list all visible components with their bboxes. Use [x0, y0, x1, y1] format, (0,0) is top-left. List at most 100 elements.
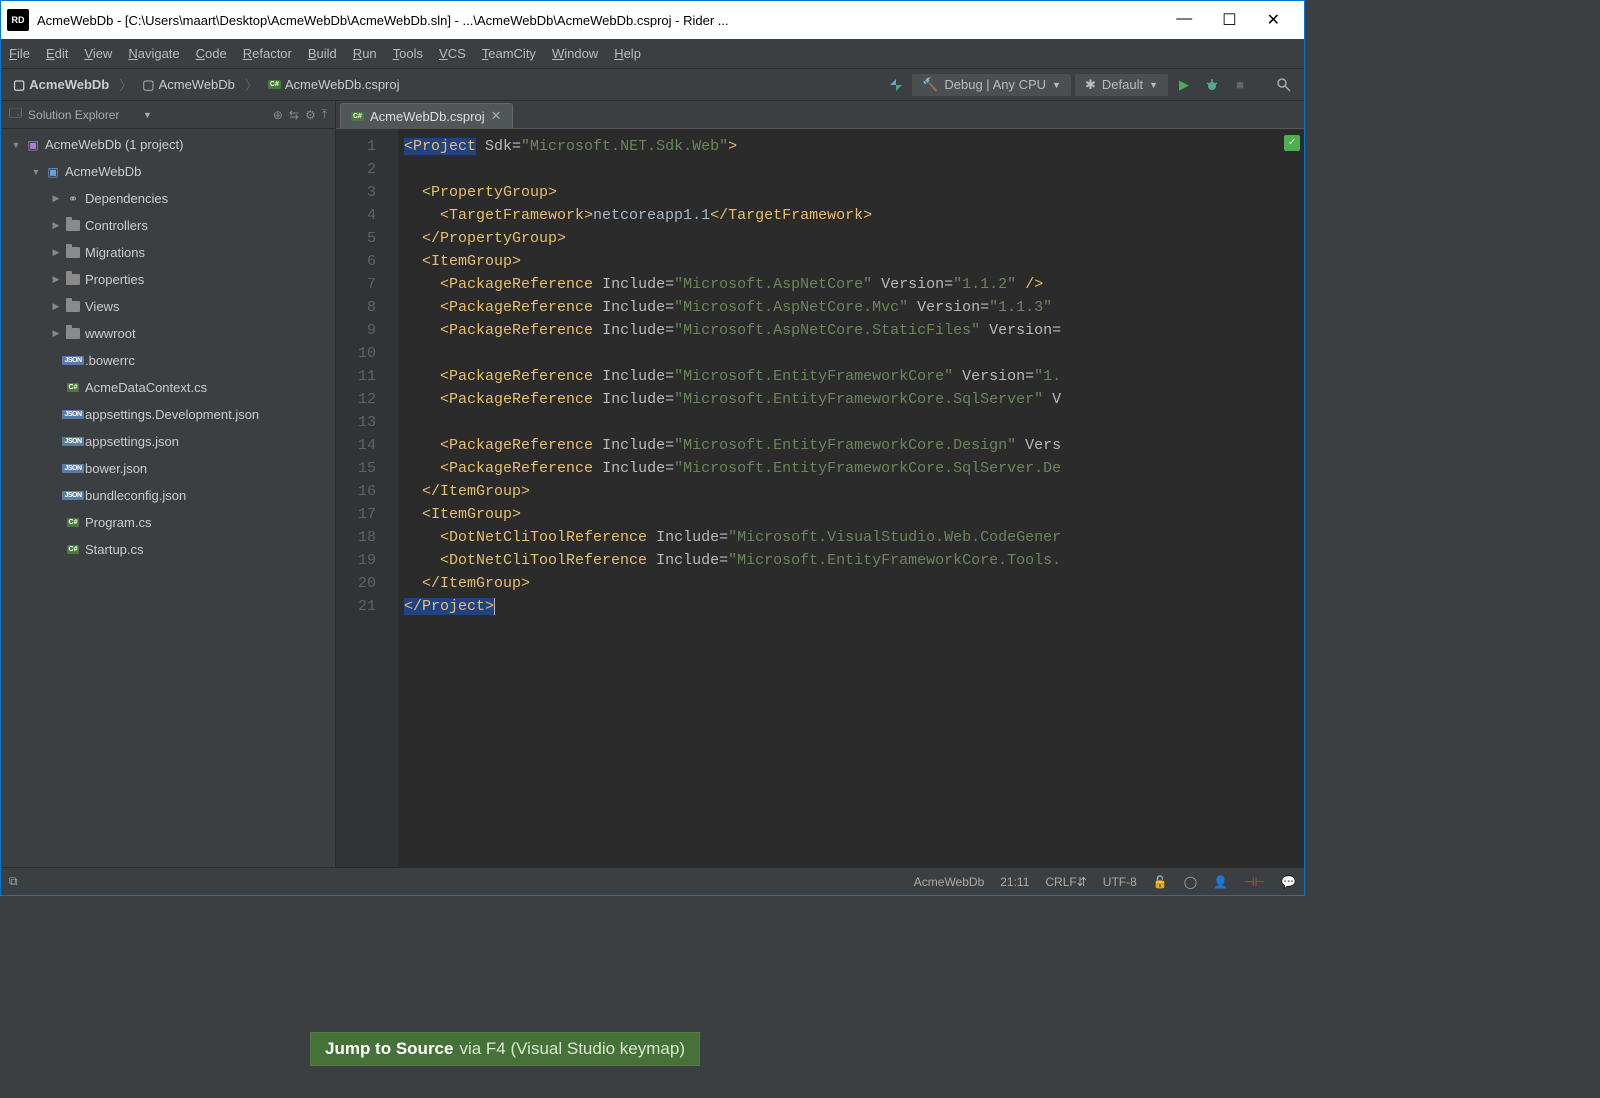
fold-column[interactable]: [384, 129, 398, 867]
code-content[interactable]: <Project Sdk="Microsoft.NET.Sdk.Web"> <P…: [398, 129, 1304, 867]
main-area: 🗔 Solution Explorer ▼ ⊕ ⇆ ⚙ ⤒ ▼▣AcmeWebD…: [1, 101, 1304, 867]
file-icon: JSON: [63, 410, 83, 419]
tree-arrow-icon[interactable]: ▶: [49, 274, 63, 285]
tree-item[interactable]: C#Program.cs: [1, 509, 335, 536]
tree-arrow-icon[interactable]: ▶: [49, 247, 63, 258]
menu-navigate[interactable]: Navigate: [128, 46, 179, 61]
breadcrumb-solution-label: AcmeWebDb: [29, 77, 109, 92]
file-icon: ▣: [43, 165, 63, 179]
search-button[interactable]: [1272, 73, 1296, 97]
line-gutter: 123456789101112131415161718192021: [336, 129, 384, 867]
run-button[interactable]: ▶: [1172, 73, 1196, 97]
status-bar: ⧉ AcmeWebDb 21:11 CRLF⇵ UTF-8 🔓 ◯ 👤 ⊣⊢ 💬: [1, 867, 1304, 895]
build-config-dropdown[interactable]: 🔨 Debug | Any CPU ▼: [912, 74, 1071, 96]
tree-item[interactable]: C#AcmeDataContext.cs: [1, 374, 335, 401]
menu-code[interactable]: Code: [196, 46, 227, 61]
menu-help[interactable]: Help: [614, 46, 641, 61]
status-encoding[interactable]: UTF-8: [1103, 875, 1137, 889]
tree-label: Program.cs: [85, 515, 151, 530]
editor-tabs: C# AcmeWebDb.csproj ✕: [336, 101, 1304, 129]
tree-label: Views: [85, 299, 119, 314]
breadcrumb-solution[interactable]: ▢ AcmeWebDb: [9, 75, 113, 95]
maximize-button[interactable]: ☐: [1222, 10, 1236, 30]
menu-tools[interactable]: Tools: [393, 46, 423, 61]
debug-button[interactable]: [1200, 73, 1224, 97]
tree-item[interactable]: JSONappsettings.json: [1, 428, 335, 455]
menu-window[interactable]: Window: [552, 46, 598, 61]
file-icon: JSON: [63, 356, 83, 365]
target-icon[interactable]: ⊕: [273, 108, 283, 122]
code-editor[interactable]: 123456789101112131415161718192021 <Proje…: [336, 129, 1304, 867]
editor-area: C# AcmeWebDb.csproj ✕ 123456789101112131…: [336, 101, 1304, 867]
memory-icon[interactable]: 👤: [1213, 875, 1228, 889]
settings-icon[interactable]: ⚙: [305, 108, 316, 122]
breadcrumb-project[interactable]: ▢ AcmeWebDb: [138, 75, 239, 95]
run-config-dropdown[interactable]: ✱ Default ▼: [1075, 74, 1168, 96]
tree-item[interactable]: ▶ Migrations: [1, 239, 335, 266]
status-project[interactable]: AcmeWebDb: [914, 875, 984, 889]
tree-label: Controllers: [85, 218, 148, 233]
tip-bold: Jump to Source: [325, 1039, 453, 1059]
menu-teamcity[interactable]: TeamCity: [482, 46, 536, 61]
hide-icon[interactable]: ⤒: [322, 107, 327, 122]
project-icon: ▢: [142, 77, 154, 93]
notification-icon[interactable]: ⊣⊢: [1244, 875, 1265, 889]
tool-window-icon[interactable]: ⧉: [9, 874, 18, 889]
solution-icon: ▢: [13, 77, 25, 93]
tip-rest: via F4 (Visual Studio keymap): [459, 1039, 685, 1059]
tree-item[interactable]: ▼▣AcmeWebDb (1 project): [1, 131, 335, 158]
minimize-button[interactable]: —: [1176, 10, 1192, 30]
file-icon: [63, 328, 83, 339]
tree-arrow-icon[interactable]: ▼: [9, 140, 23, 150]
close-button[interactable]: ✕: [1267, 10, 1280, 30]
menu-refactor[interactable]: Refactor: [243, 46, 292, 61]
build-icon[interactable]: [884, 73, 908, 97]
tree-item[interactable]: JSONbundleconfig.json: [1, 482, 335, 509]
status-line-ending[interactable]: CRLF⇵: [1045, 875, 1086, 889]
breadcrumb-file[interactable]: C# AcmeWebDb.csproj: [264, 75, 404, 94]
close-tab-icon[interactable]: ✕: [491, 108, 502, 124]
editor-tab[interactable]: C# AcmeWebDb.csproj ✕: [340, 103, 513, 128]
inspection-indicator-icon[interactable]: ◯: [1184, 875, 1197, 889]
tree-item[interactable]: ▼▣AcmeWebDb: [1, 158, 335, 185]
tree-arrow-icon[interactable]: ▶: [49, 328, 63, 339]
tree-item[interactable]: ▶wwwroot: [1, 320, 335, 347]
file-icon: JSON: [63, 437, 83, 446]
status-caret-pos[interactable]: 21:11: [1000, 875, 1029, 889]
tree-item[interactable]: JSONappsettings.Development.json: [1, 401, 335, 428]
tree-arrow-icon[interactable]: ▶: [49, 301, 63, 312]
menu-run[interactable]: Run: [353, 46, 377, 61]
menu-vcs[interactable]: VCS: [439, 46, 466, 61]
file-icon: ⚭: [63, 192, 83, 206]
tree-item[interactable]: JSON.bowerrc: [1, 347, 335, 374]
tree-item[interactable]: C#Startup.cs: [1, 536, 335, 563]
menu-edit[interactable]: Edit: [46, 46, 68, 61]
inspection-ok-icon[interactable]: ✓: [1284, 135, 1300, 151]
feedback-icon[interactable]: 💬: [1281, 875, 1296, 889]
file-icon: C#: [63, 518, 83, 527]
lock-icon[interactable]: 🔓: [1153, 875, 1168, 889]
tree-label: Migrations: [85, 245, 145, 260]
tree-label: bower.json: [85, 461, 147, 476]
breadcrumb: ▢ AcmeWebDb 〉 ▢ AcmeWebDb 〉 C# AcmeWebDb…: [9, 75, 880, 95]
config-icon: ✱: [1085, 77, 1096, 93]
tree-arrow-icon[interactable]: ▶: [49, 193, 63, 204]
file-icon: C#: [63, 545, 83, 554]
panel-title: Solution Explorer: [28, 108, 137, 122]
tree-item[interactable]: ▶ Controllers: [1, 212, 335, 239]
tree-arrow-icon[interactable]: ▶: [49, 220, 63, 231]
chevron-down-icon[interactable]: ▼: [143, 110, 152, 120]
menu-view[interactable]: View: [84, 46, 112, 61]
stop-button[interactable]: ■: [1228, 73, 1252, 97]
menu-build[interactable]: Build: [308, 46, 337, 61]
tree-item[interactable]: JSONbower.json: [1, 455, 335, 482]
build-config-label: Debug | Any CPU: [944, 77, 1046, 92]
tree-item[interactable]: ▶Properties: [1, 266, 335, 293]
solution-explorer-panel: 🗔 Solution Explorer ▼ ⊕ ⇆ ⚙ ⤒ ▼▣AcmeWebD…: [1, 101, 336, 867]
tree-arrow-icon[interactable]: ▼: [29, 167, 43, 177]
tree-item[interactable]: ▶ Views: [1, 293, 335, 320]
tree-item[interactable]: ▶⚭Dependencies: [1, 185, 335, 212]
collapse-icon[interactable]: ⇆: [289, 108, 299, 122]
menu-file[interactable]: File: [9, 46, 30, 61]
solution-tree[interactable]: ▼▣AcmeWebDb (1 project)▼▣AcmeWebDb▶⚭Depe…: [1, 129, 335, 867]
